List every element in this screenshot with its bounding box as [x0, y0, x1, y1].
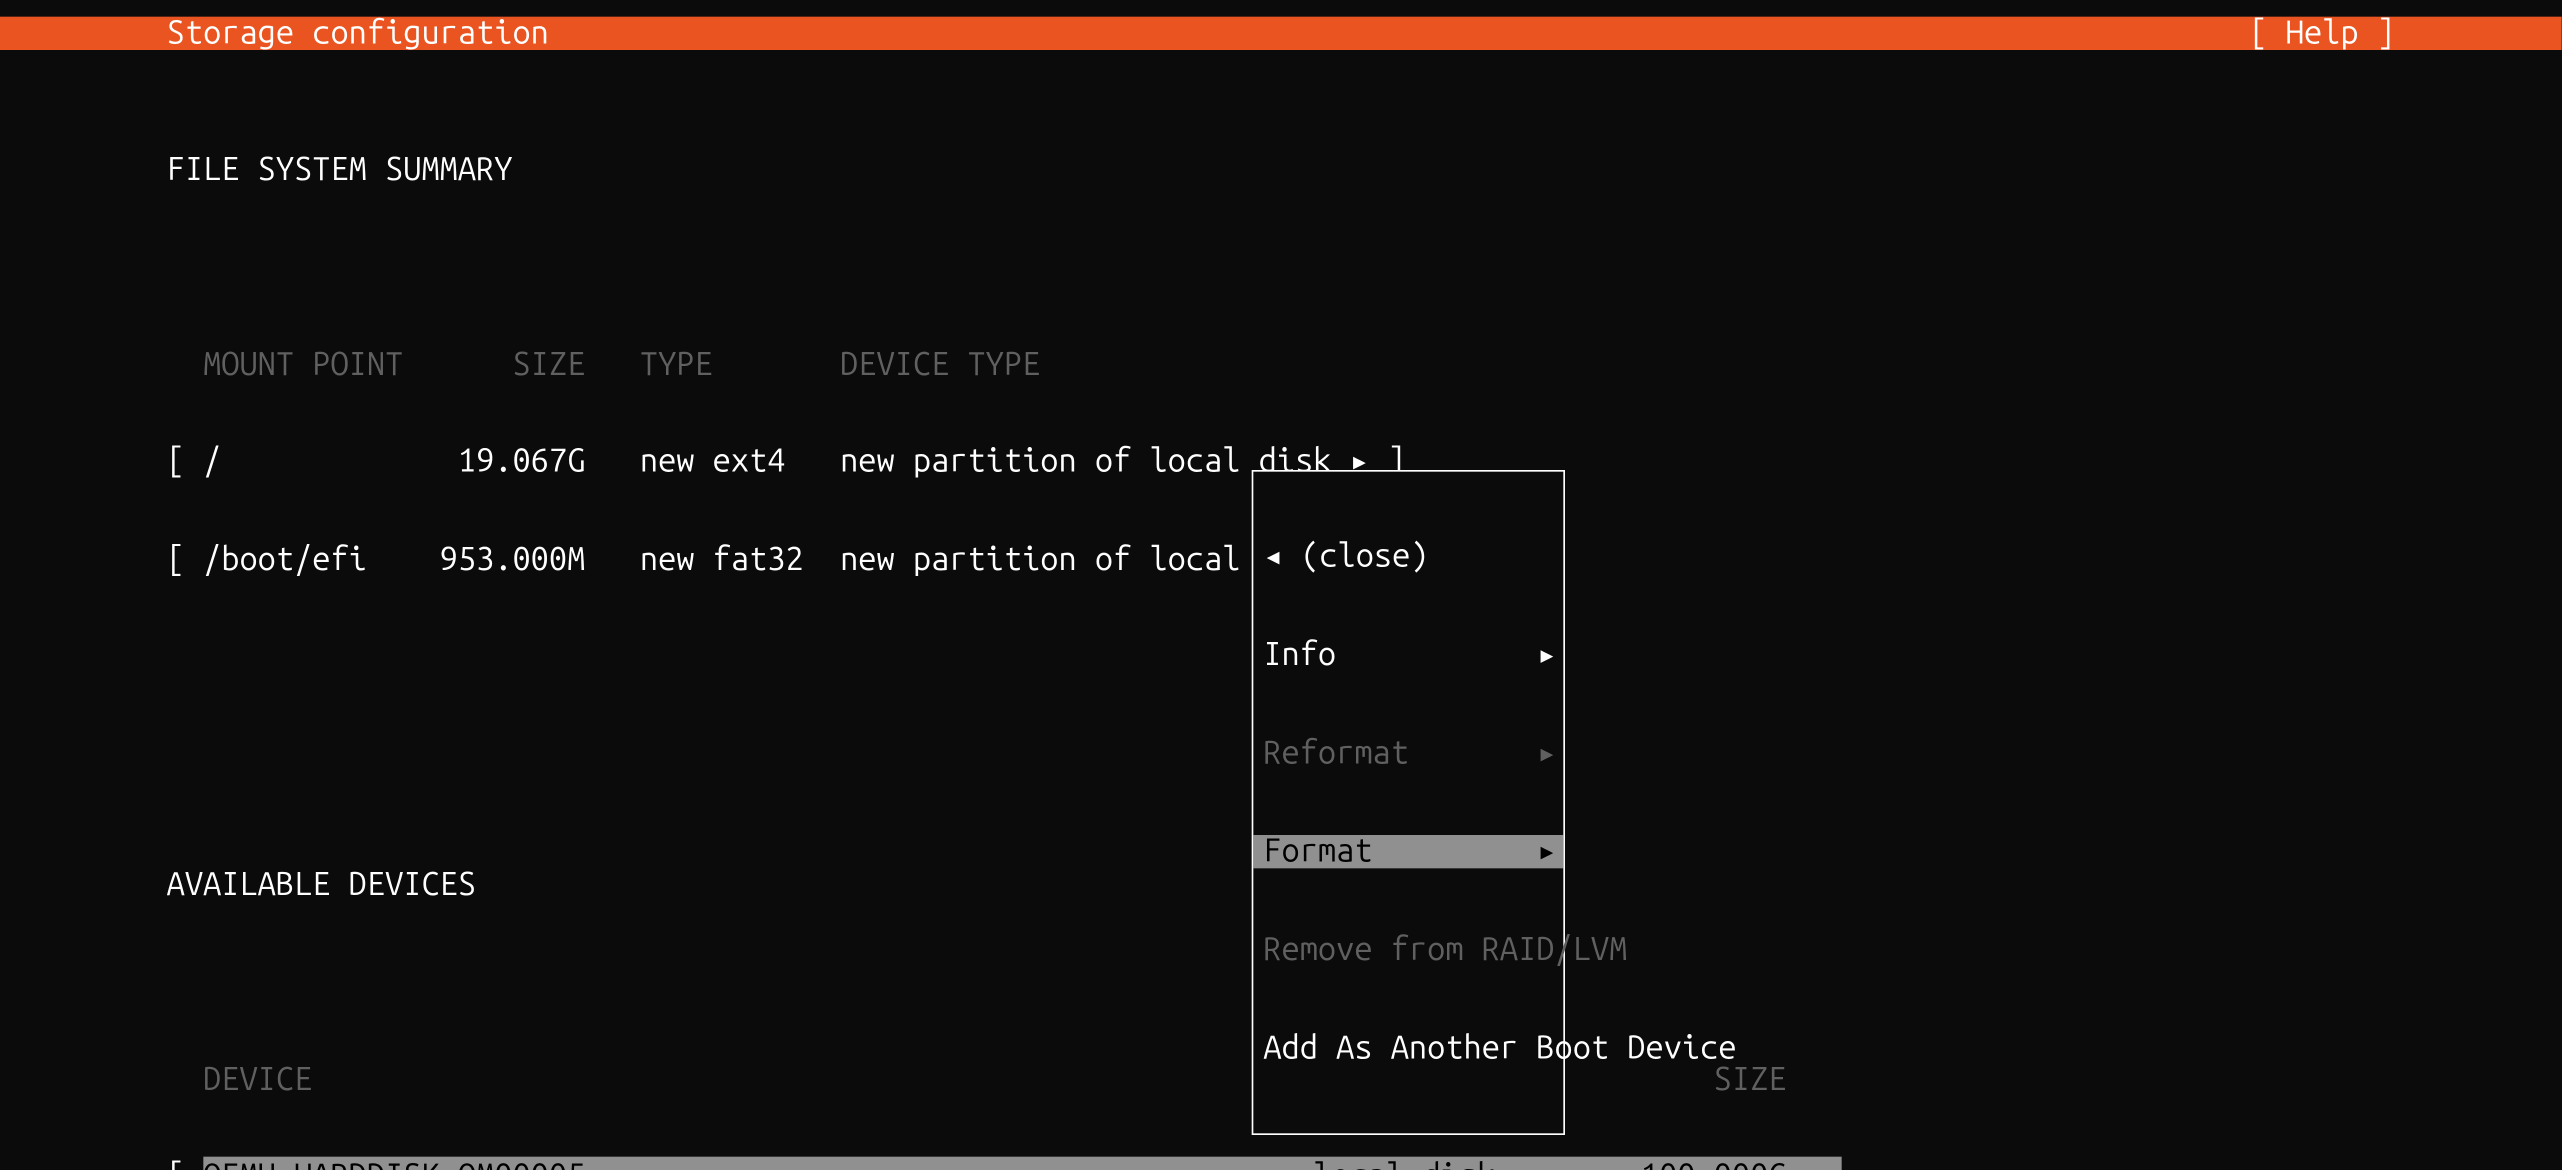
chevron-right-icon: [1537, 835, 1557, 868]
main-content: FILE SYSTEM SUMMARY MOUNT POINT SIZE TYP…: [167, 55, 2395, 1170]
fss-headers: MOUNT POINT SIZE TYPE DEVICE TYPE: [167, 348, 2395, 381]
avail-row-selected[interactable]: QEMU_HARDDISK_QM00005 local disk 100.000…: [203, 1157, 1842, 1170]
chevron-right-icon: [1537, 737, 1557, 770]
context-menu: (close) Info Reformat Format Remove from…: [1252, 470, 1565, 1135]
menu-info[interactable]: Info: [1253, 638, 1563, 671]
menu-close[interactable]: (close): [1253, 540, 1563, 573]
help-button[interactable]: [ Help ]: [2249, 17, 2395, 50]
page-title: Storage configuration: [167, 17, 549, 50]
menu-remove-raid-lvm: Remove from RAID/LVM: [1253, 933, 1563, 966]
section-fss-title: FILE SYSTEM SUMMARY: [167, 153, 2395, 186]
menu-reformat: Reformat: [1253, 737, 1563, 770]
menu-format[interactable]: Format: [1253, 835, 1563, 868]
menu-add-boot-device[interactable]: Add As Another Boot Device: [1253, 1032, 1563, 1065]
avail-row[interactable]: [ QEMU_HARDDISK_QM00005 local disk 100.0…: [167, 1160, 2395, 1170]
header-bar: Storage configuration [ Help ]: [0, 17, 2562, 50]
chevron-right-icon: [1537, 639, 1557, 672]
